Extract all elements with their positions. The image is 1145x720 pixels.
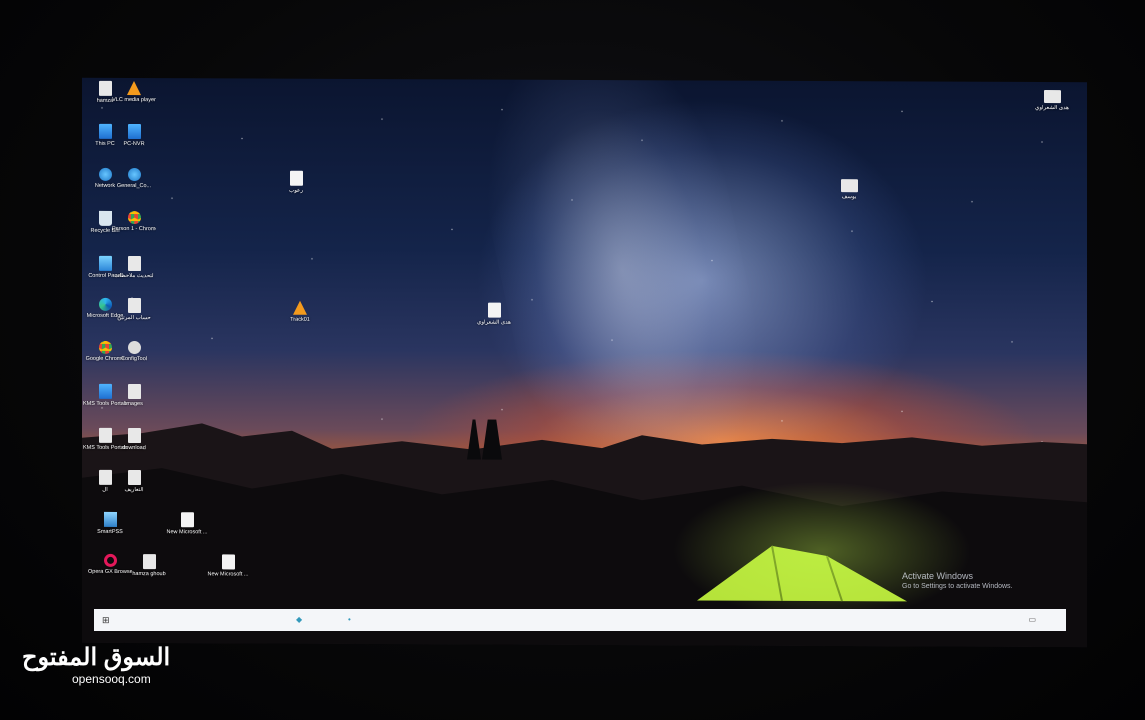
desktop-icon-account[interactable]: حساب المرتين xyxy=(112,298,156,322)
file-icon xyxy=(98,427,112,443)
app-icon xyxy=(127,168,141,182)
desktop-icon-huda-1[interactable]: هدى الشعراوي xyxy=(472,302,516,327)
file-icon xyxy=(127,384,141,400)
desktop-icon-person-chrome[interactable]: Person 1 - Chrome xyxy=(112,211,156,233)
edge-icon xyxy=(98,297,112,311)
app-icon xyxy=(127,124,141,140)
recycle-bin-icon xyxy=(98,210,112,226)
brand-arabic: السوق المفتوح xyxy=(22,644,171,671)
file-icon xyxy=(127,428,141,444)
opensooq-watermark: السوق المفتوح opensooq.com xyxy=(22,644,171,686)
windows-start-icon[interactable]: ⊞ xyxy=(102,615,110,626)
chrome-icon xyxy=(98,340,112,354)
smartpss-icon xyxy=(103,511,117,527)
desktop-icon-smartpss[interactable]: SmartPSS xyxy=(88,511,132,536)
app-icon xyxy=(98,383,112,399)
notification-icon[interactable]: ▭ xyxy=(1028,615,1036,624)
taskbar: ⊞ ◆ • ▭ xyxy=(94,609,1066,631)
desktop-icon-download[interactable]: download xyxy=(112,428,156,452)
desktop-icon-opera-gx[interactable]: Opera GX Browser xyxy=(88,553,132,576)
file-icon xyxy=(1043,90,1061,104)
pinned-app-icon[interactable]: ◆ xyxy=(296,615,302,624)
desktop-icon-new-microsoft-1[interactable]: New Microsoft ... xyxy=(165,512,209,536)
network-icon xyxy=(98,167,112,181)
file-icon xyxy=(840,179,858,193)
file-icon xyxy=(142,554,156,570)
file-icon xyxy=(98,80,112,96)
desktop-icon-track01[interactable]: Track01 xyxy=(278,300,322,324)
pinned-app-icon-2[interactable]: • xyxy=(348,615,351,624)
opera-icon xyxy=(103,553,117,567)
vlc-icon xyxy=(293,300,307,315)
pc-icon xyxy=(98,123,112,139)
desktop-icon-raoub[interactable]: رعوب xyxy=(274,170,318,195)
document-icon xyxy=(180,512,194,528)
document-icon xyxy=(289,170,303,186)
desktop-icon-huda-2[interactable]: هدى الشعراوي xyxy=(1030,90,1074,112)
file-icon xyxy=(98,469,112,485)
config-icon xyxy=(127,341,141,355)
brand-latin: opensooq.com xyxy=(72,672,151,686)
activation-title: Activate Windows xyxy=(902,571,974,581)
desktop-icon-notes[interactable]: لتحديث ملاحظات xyxy=(112,256,156,280)
desktop-icon-pc-nvr[interactable]: PC-NVR xyxy=(112,124,156,148)
desktop-icon-drivers[interactable]: التعاريف xyxy=(112,470,156,494)
chrome-icon xyxy=(127,211,141,225)
app-icon xyxy=(487,302,501,318)
activate-windows-watermark: Activate Windows Go to Settings to activ… xyxy=(902,571,1013,591)
desktop-icon-new-microsoft-2[interactable]: New Microsoft ... xyxy=(206,554,250,578)
desktop-icon-configtool[interactable]: ConfigTool xyxy=(112,341,156,363)
desktop-icon-images[interactable]: images xyxy=(112,384,156,408)
desktop-icon-general-co[interactable]: General_Co... xyxy=(112,168,156,190)
control-panel-icon xyxy=(98,255,112,271)
file-icon xyxy=(127,298,141,314)
desktop-icon-vlc[interactable]: VLC media player xyxy=(112,81,156,104)
vlc-icon xyxy=(127,81,141,96)
document-icon xyxy=(221,554,235,570)
file-icon xyxy=(127,470,141,486)
desktop-icon-hamza-ghoub[interactable]: hamza ghoub xyxy=(127,554,171,578)
activation-subtitle: Go to Settings to activate Windows. xyxy=(902,583,1013,590)
desktop-screen: hamza VLC media player This PC PC-NVR Ne… xyxy=(82,77,1087,648)
file-icon xyxy=(127,256,141,272)
tent-glow xyxy=(672,480,972,622)
desktop-icon-yousef[interactable]: يوسف xyxy=(827,179,871,201)
